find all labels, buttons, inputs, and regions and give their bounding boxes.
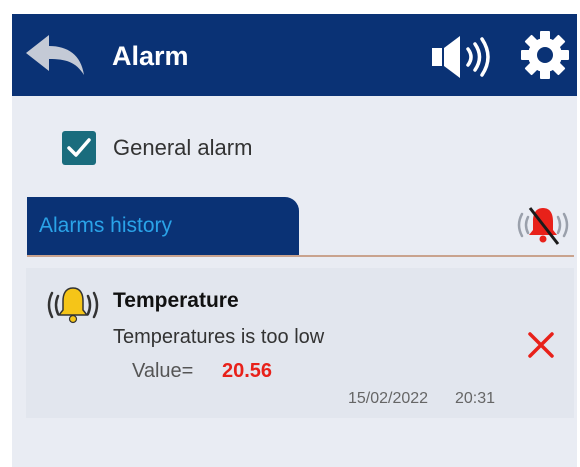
- back-arrow-icon: [26, 35, 84, 75]
- settings-button[interactable]: [520, 30, 570, 80]
- alarm-value: 20.56: [222, 360, 273, 382]
- general-alarm-checkbox[interactable]: [62, 131, 96, 165]
- page-title: Alarm: [112, 41, 189, 71]
- bell-muted-icon: [517, 207, 569, 245]
- alarm-message: Temperatures is too low: [113, 326, 325, 348]
- mute-alarm-button[interactable]: [512, 202, 574, 248]
- alarm-date: 15/02/2022: [348, 390, 429, 407]
- alarm-value-label: Value=: [132, 360, 194, 382]
- dismiss-alarm-button[interactable]: [526, 330, 556, 360]
- speaker-icon: [432, 36, 490, 78]
- alarm-screen: Alarm General alarm Alarms history Tempe…: [12, 14, 577, 467]
- alarm-time: 20:31: [455, 390, 496, 407]
- tab-label: Alarms history: [39, 214, 173, 237]
- bell-ringing-icon: [44, 284, 102, 326]
- general-alarm-label: General alarm: [113, 135, 253, 160]
- tab-alarms-history[interactable]: Alarms history: [27, 197, 299, 255]
- checkmark-icon: [67, 138, 91, 157]
- alarm-item: Temperature Temperatures is too low Valu…: [26, 268, 574, 418]
- gear-icon: [521, 31, 569, 79]
- tab-divider: [27, 255, 574, 257]
- sound-button[interactable]: [430, 34, 496, 80]
- close-icon: [528, 332, 554, 358]
- back-button[interactable]: [22, 32, 86, 78]
- app-header: Alarm: [12, 14, 577, 96]
- alarm-title: Temperature: [113, 289, 239, 312]
